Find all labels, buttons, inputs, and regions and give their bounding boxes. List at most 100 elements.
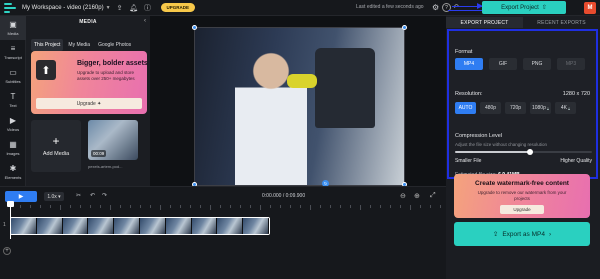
rail-item-transcript[interactable]: ≡ Transcript xyxy=(0,40,26,64)
clip-frame xyxy=(114,218,140,234)
ruler-tick xyxy=(410,205,411,210)
plus-icon: + xyxy=(52,134,60,148)
speed-select[interactable]: 1.0x ▾ xyxy=(44,192,64,201)
export-panel: EXPORT PROJECT RECENT EXPORTS Format MP4… xyxy=(446,16,600,279)
rail-item-images[interactable]: ▦ Images xyxy=(0,136,26,160)
ruler-tick xyxy=(80,205,81,208)
add-media-button[interactable]: + Add Media xyxy=(31,120,81,172)
resize-handle[interactable] xyxy=(402,25,407,30)
rail-item-subtitles[interactable]: ▭ Subtitles xyxy=(0,64,26,88)
format-png-button[interactable]: PNG xyxy=(523,58,551,70)
ruler-tick xyxy=(90,205,91,208)
ruler-tick xyxy=(400,205,401,208)
tab-my-media[interactable]: My Media xyxy=(65,39,93,51)
images-icon: ▦ xyxy=(9,140,17,149)
compression-slider[interactable] xyxy=(455,149,592,155)
track-number: 1 xyxy=(3,222,6,228)
zoom-in-icon[interactable]: ⊕ xyxy=(414,192,420,200)
ruler-tick xyxy=(350,205,351,208)
media-icon: ▣ xyxy=(9,20,17,29)
fit-icon[interactable]: ⤢ xyxy=(430,192,436,200)
upgrade-button[interactable]: UPGRADE xyxy=(160,3,196,12)
add-track-icon[interactable]: + xyxy=(3,247,11,255)
export-project-button[interactable]: Export Project ⇧ xyxy=(482,1,566,14)
sparkle-icon: ✦ xyxy=(95,100,102,107)
microscope-shape xyxy=(315,48,375,128)
format-gif-button[interactable]: GIF xyxy=(489,58,517,70)
chevron-down-icon[interactable]: ▼ xyxy=(106,5,111,11)
chevron-down-icon: ▾ xyxy=(56,193,61,200)
promo-text: Upgrade to upload and store assets over … xyxy=(77,70,135,81)
tab-this-project[interactable]: This Project xyxy=(31,39,64,51)
resolution-4k-button[interactable]: 4K 🔒︎ xyxy=(555,102,576,114)
left-rail: ▣ Media ≡ Transcript ▭ Subtitles T Text … xyxy=(0,16,26,186)
rail-label: Images xyxy=(6,151,20,156)
rail-label: Transcript xyxy=(4,55,22,60)
gear-icon[interactable]: ⚙ xyxy=(432,3,439,12)
split-icon[interactable]: ✂ xyxy=(76,192,81,199)
video-track-clip[interactable] xyxy=(10,217,270,235)
bell-icon[interactable]: 🔔︎ xyxy=(129,3,139,13)
ruler-tick xyxy=(150,205,151,208)
zoom-out-icon[interactable]: ⊖ xyxy=(400,192,406,200)
smaller-file-label: Smaller File xyxy=(455,158,482,164)
resolution-auto-button[interactable]: AUTO xyxy=(455,102,476,114)
compression-slider-knob[interactable] xyxy=(527,149,534,155)
clip-frame xyxy=(165,218,192,234)
tab-recent-exports[interactable]: RECENT EXPORTS xyxy=(523,17,600,28)
undo-icon[interactable]: ↶ xyxy=(90,192,95,199)
ruler-tick xyxy=(420,205,421,208)
redo-icon[interactable]: ↷ xyxy=(102,192,107,199)
ruler-tick xyxy=(30,205,31,208)
clip-frame xyxy=(62,218,89,234)
text-icon: T xyxy=(10,92,16,101)
ruler-tick xyxy=(50,205,51,208)
watermark-text: Upgrade to remove our watermark from you… xyxy=(477,190,567,201)
ruler-tick xyxy=(340,205,341,208)
ruler-tick xyxy=(280,205,281,208)
ruler-tick xyxy=(180,205,181,208)
resolution-480p-button[interactable]: 480p xyxy=(480,102,501,114)
ruler-tick xyxy=(330,205,331,208)
ruler-tick xyxy=(200,205,201,208)
app-logo[interactable] xyxy=(4,2,18,13)
clip-frame xyxy=(191,218,218,234)
timeline: ▶ 1.0x ▾ ✂ ↶ ↷ 0:00.000 / 0:09.900 ⊖ ⊕ ⤢… xyxy=(0,186,446,279)
collapse-panel-icon[interactable]: ‹ xyxy=(144,18,146,24)
promo-upgrade-button[interactable]: Upgrade ✦ xyxy=(36,98,142,109)
higher-quality-label: Higher Quality xyxy=(560,158,592,164)
ruler-tick xyxy=(110,205,111,210)
format-mp4-button[interactable]: MP4 xyxy=(455,58,483,70)
time-ruler[interactable] xyxy=(0,205,446,213)
rail-label: Media xyxy=(7,31,19,36)
elements-icon: ✱ xyxy=(9,164,17,173)
rail-item-text[interactable]: T Text xyxy=(0,88,26,112)
workspace-title[interactable]: My Workspace - video (2160p) xyxy=(22,5,104,11)
rail-item-videos[interactable]: ▶ Videos xyxy=(0,112,26,136)
clip-name: pexels-artem-pod... xyxy=(88,164,123,169)
export-icon: ⇧ xyxy=(541,5,547,11)
rail-item-elements[interactable]: ✱ Elements xyxy=(0,160,26,184)
compression-scale: Smaller File Higher Quality xyxy=(455,158,592,164)
rail-label: Text xyxy=(9,103,17,108)
resize-handle[interactable] xyxy=(192,25,197,30)
ruler-tick xyxy=(440,205,441,208)
clip-frame xyxy=(11,218,37,234)
export-as-mp4-button[interactable]: ⇪ Export as MP4 › xyxy=(454,222,590,246)
resolution-1080p-button[interactable]: 1080p 🔒︎ xyxy=(530,102,551,114)
speed-value: 1.0x xyxy=(47,193,57,200)
info-icon[interactable]: ⓘ xyxy=(143,3,153,13)
tab-export-project[interactable]: EXPORT PROJECT xyxy=(446,17,523,28)
ruler-tick xyxy=(260,205,261,210)
tab-google-photos[interactable]: Google Photos xyxy=(95,39,134,51)
avatar[interactable]: M xyxy=(584,2,596,14)
play-icon: ▶ xyxy=(18,194,24,200)
watermark-upgrade-button[interactable]: Upgrade xyxy=(500,205,544,214)
video-preview[interactable] xyxy=(194,27,405,186)
share-icon[interactable]: ⇪ xyxy=(115,3,125,13)
format-mp3-button[interactable]: MP3 xyxy=(557,58,585,70)
rail-item-media[interactable]: ▣ Media xyxy=(0,16,26,40)
media-clip-thumbnail[interactable]: 00:09 xyxy=(88,120,138,160)
rail-label: Subtitles xyxy=(5,79,21,84)
resolution-720p-button[interactable]: 720p xyxy=(505,102,526,114)
